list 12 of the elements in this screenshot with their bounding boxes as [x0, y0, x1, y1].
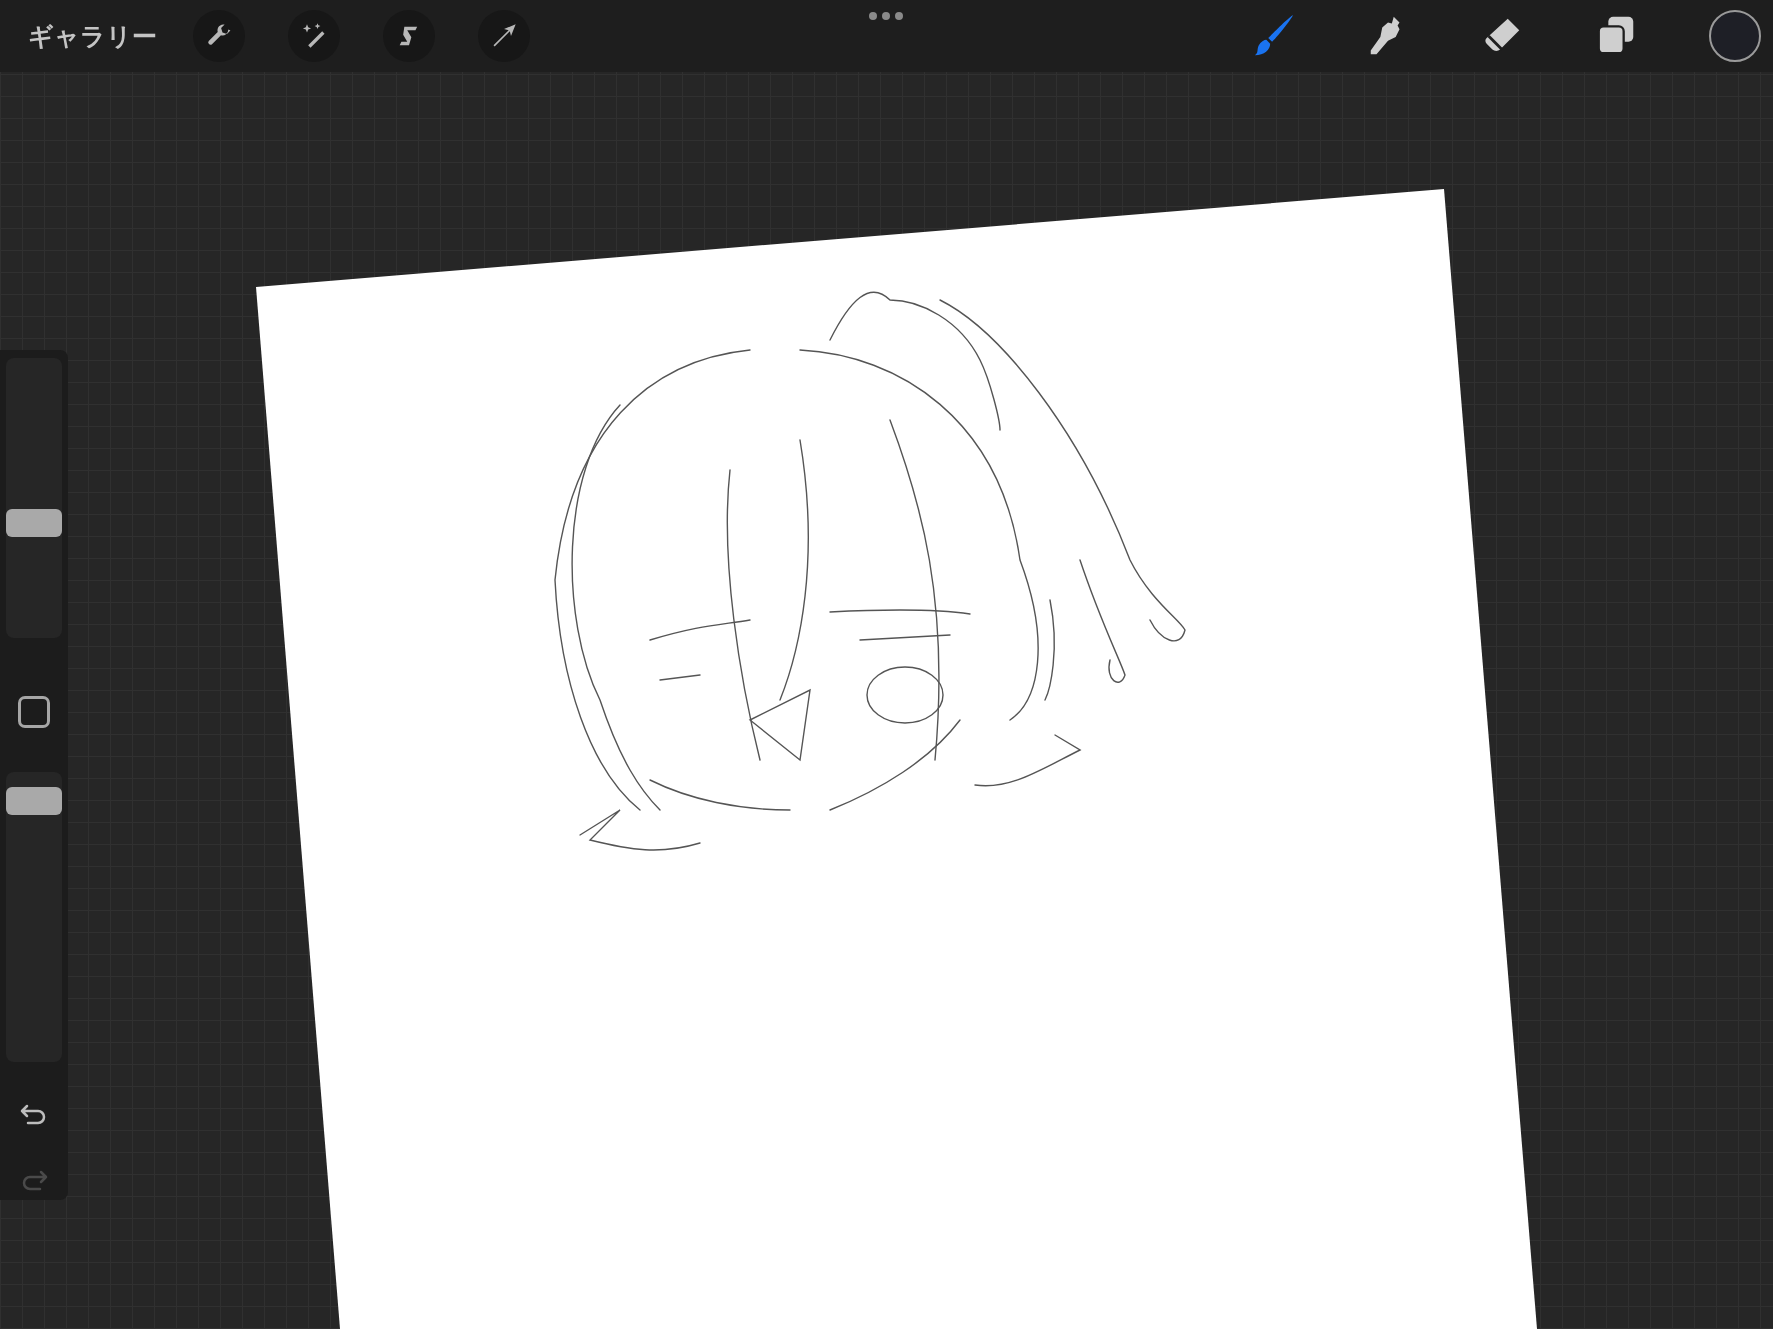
wand-button[interactable] [288, 10, 340, 62]
slider-thumb[interactable] [6, 787, 62, 815]
opacity-slider[interactable] [6, 772, 62, 1062]
wrench-button[interactable] [193, 10, 245, 62]
slider-thumb[interactable] [6, 509, 62, 538]
more-icon[interactable] [868, 11, 904, 21]
brush-size-slider[interactable] [6, 358, 62, 638]
gallery-button[interactable]: ギャラリー [22, 15, 163, 57]
selection-button[interactable] [383, 10, 435, 62]
color-swatch[interactable] [1709, 10, 1761, 62]
modify-button[interactable] [18, 696, 50, 728]
transform-button[interactable] [478, 10, 530, 62]
